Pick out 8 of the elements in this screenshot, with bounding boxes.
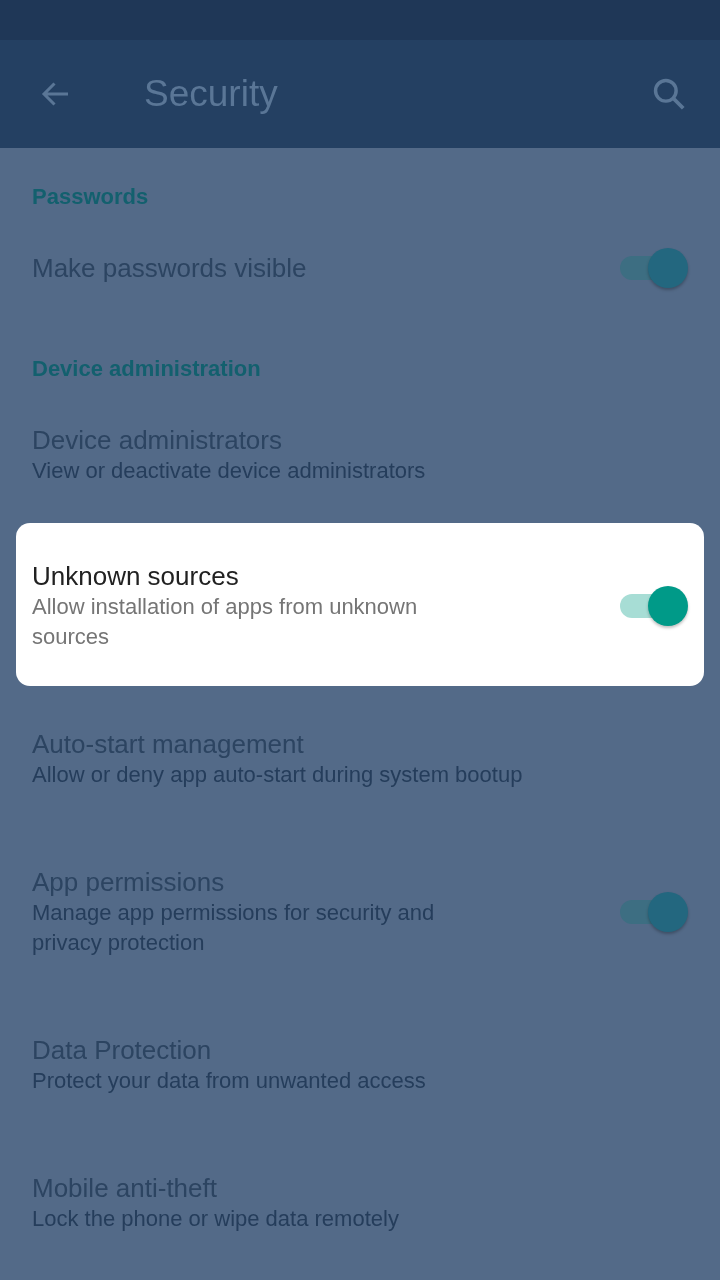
setting-description: Allow installation of apps from unknown sources [32, 593, 419, 651]
toggle-switch[interactable] [618, 585, 688, 627]
section-header: Passwords [31, 183, 150, 210]
toggle-switch[interactable] [618, 247, 688, 289]
section-header: Device administration [31, 355, 262, 382]
toggle-switch[interactable] [618, 891, 688, 933]
setting-title: Unknown sources [32, 560, 240, 592]
highlight-card[interactable]: Unknown sources Allow installation of apps from unknown sources [16, 523, 704, 686]
